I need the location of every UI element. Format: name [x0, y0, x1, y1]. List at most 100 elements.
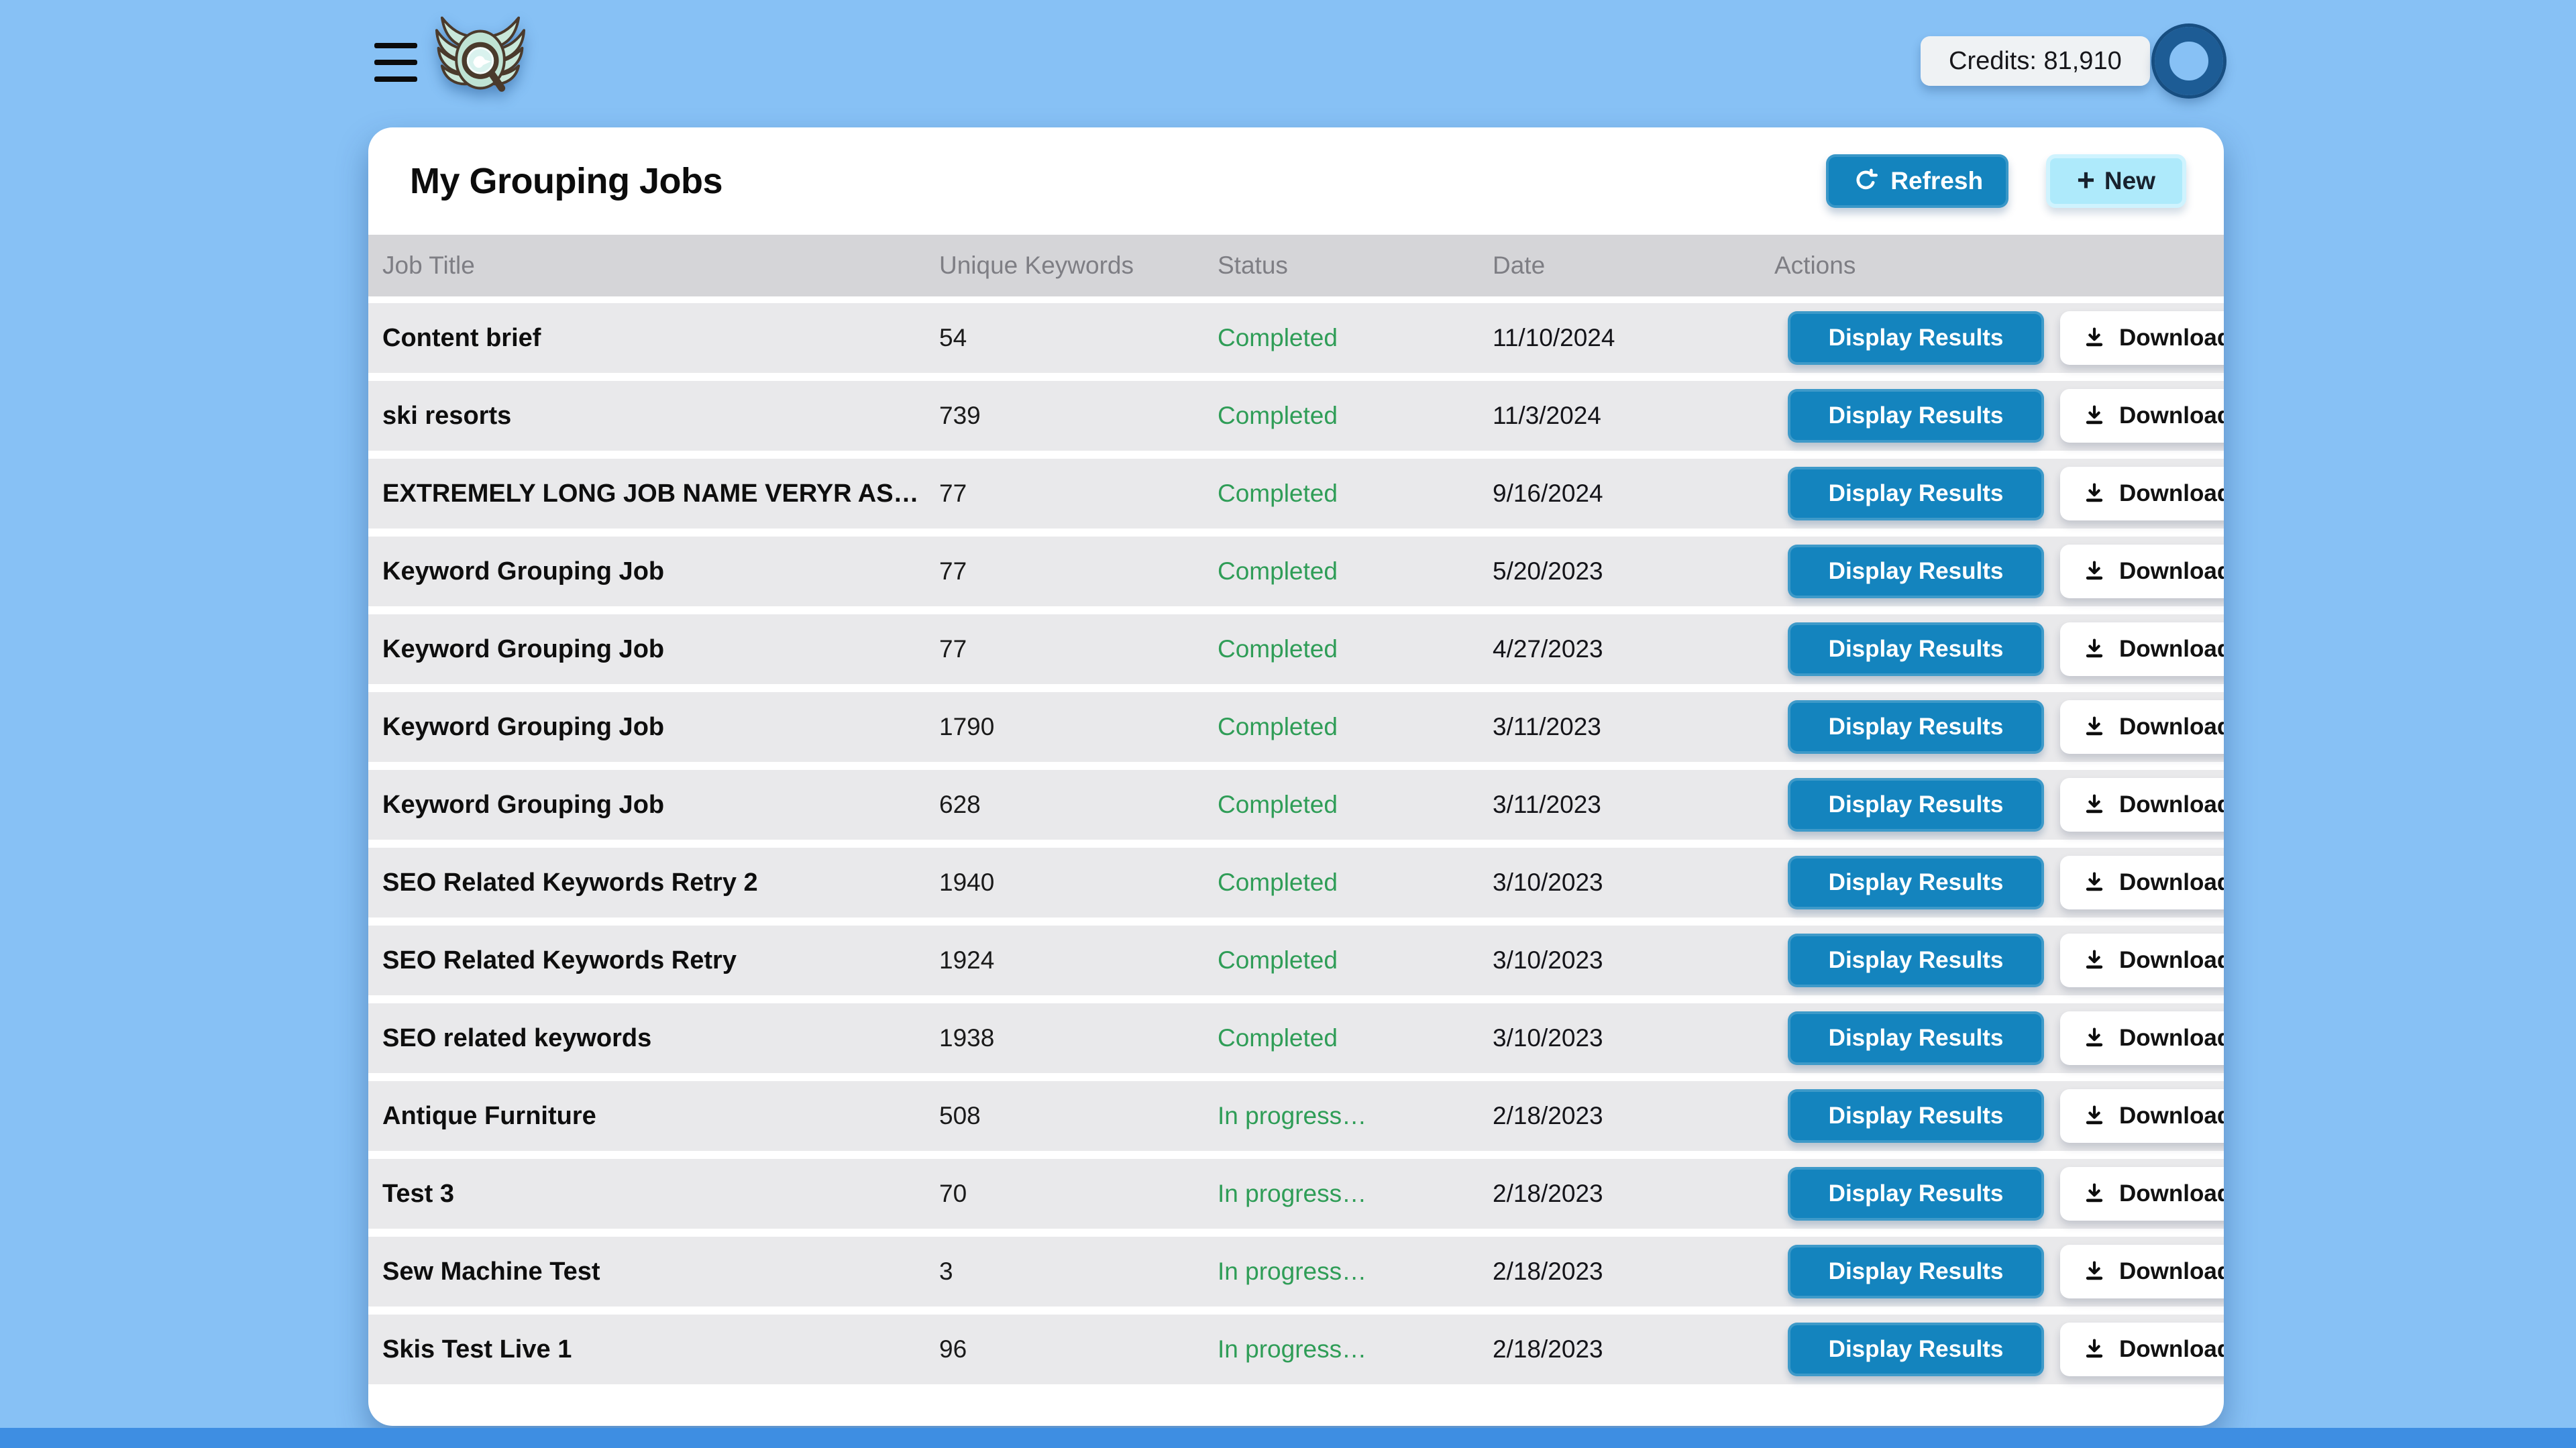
avatar[interactable] [2155, 27, 2223, 95]
display-results-button[interactable]: Display Results [1788, 1323, 2044, 1376]
display-results-button[interactable]: Display Results [1788, 311, 2044, 365]
job-title-cell: Keyword Grouping Job [382, 635, 939, 664]
date-cell: 11/10/2024 [1493, 324, 1774, 352]
new-button[interactable]: + New [2046, 154, 2186, 208]
download-button[interactable]: Download [2060, 700, 2224, 754]
credits-label: Credits: 81,910 [1949, 47, 2122, 76]
table-row: Content brief 54 Completed 11/10/2024 Di… [368, 303, 2224, 373]
table-row: Skis Test Live 1 96 In progress… 2/18/20… [368, 1315, 2224, 1384]
actions-cell: Display Results Download [1774, 1011, 2224, 1065]
refresh-button[interactable]: Refresh [1826, 154, 2008, 208]
download-label: Download [2119, 714, 2224, 740]
job-title-cell: Test 3 [382, 1180, 939, 1209]
display-results-button[interactable]: Display Results [1788, 778, 2044, 832]
download-button[interactable]: Download [2060, 1245, 2224, 1298]
status-cell: Completed [1218, 1024, 1493, 1052]
download-button[interactable]: Download [2060, 1089, 2224, 1143]
download-label: Download [2119, 558, 2224, 585]
card-header: My Grouping Jobs Refresh + New [368, 127, 2224, 235]
job-title-cell: Content brief [382, 324, 939, 353]
unique-keywords-cell: 1790 [939, 713, 1218, 741]
refresh-button-label: Refresh [1890, 167, 1983, 195]
date-cell: 3/10/2023 [1493, 946, 1774, 974]
download-label: Download [2119, 791, 2224, 818]
download-label: Download [2119, 402, 2224, 429]
actions-cell: Display Results Download [1774, 311, 2224, 365]
table-row: SEO related keywords 1938 Completed 3/10… [368, 1003, 2224, 1073]
date-cell: 2/18/2023 [1493, 1102, 1774, 1130]
column-header-unique-keywords: Unique Keywords [939, 252, 1218, 280]
unique-keywords-cell: 1938 [939, 1024, 1218, 1052]
download-button[interactable]: Download [2060, 1167, 2224, 1221]
download-icon [2082, 714, 2107, 740]
download-button[interactable]: Download [2060, 1011, 2224, 1065]
hamburger-menu-icon[interactable] [374, 43, 417, 82]
unique-keywords-cell: 70 [939, 1180, 1218, 1208]
display-results-button[interactable]: Display Results [1788, 934, 2044, 987]
table-row: EXTREMELY LONG JOB NAME VERYR ASDLASDF… … [368, 459, 2224, 528]
download-icon [2082, 792, 2107, 818]
display-results-button[interactable]: Display Results [1788, 622, 2044, 676]
status-cell: Completed [1218, 635, 1493, 663]
download-button[interactable]: Download [2060, 934, 2224, 987]
credits-badge: Credits: 81,910 [1921, 36, 2150, 86]
download-label: Download [2119, 1180, 2224, 1207]
download-button[interactable]: Download [2060, 778, 2224, 832]
job-title-cell: Keyword Grouping Job [382, 791, 939, 820]
table-row: SEO Related Keywords Retry 2 1940 Comple… [368, 848, 2224, 917]
download-button[interactable]: Download [2060, 856, 2224, 909]
unique-keywords-cell: 96 [939, 1335, 1218, 1363]
display-results-button[interactable]: Display Results [1788, 389, 2044, 443]
display-results-label: Display Results [1829, 325, 2004, 351]
job-title-cell: Skis Test Live 1 [382, 1335, 939, 1364]
download-button[interactable]: Download [2060, 545, 2224, 598]
unique-keywords-cell: 77 [939, 480, 1218, 508]
status-cell: In progress… [1218, 1335, 1493, 1363]
display-results-button[interactable]: Display Results [1788, 467, 2044, 520]
display-results-button[interactable]: Display Results [1788, 1245, 2044, 1298]
job-title-cell: Keyword Grouping Job [382, 713, 939, 742]
display-results-button[interactable]: Display Results [1788, 1167, 2044, 1221]
winged-magnifier-logo-icon[interactable] [427, 11, 534, 115]
date-cell: 3/11/2023 [1493, 713, 1774, 741]
table-row: SEO Related Keywords Retry 1924 Complete… [368, 926, 2224, 995]
table-header-row: Job Title Unique Keywords Status Date Ac… [368, 235, 2224, 296]
status-cell: Completed [1218, 946, 1493, 974]
date-cell: 5/20/2023 [1493, 557, 1774, 586]
date-cell: 2/18/2023 [1493, 1258, 1774, 1286]
download-button[interactable]: Download [2060, 311, 2224, 365]
table-row: Sew Machine Test 3 In progress… 2/18/202… [368, 1237, 2224, 1306]
display-results-label: Display Results [1829, 1180, 2004, 1207]
download-icon [2082, 636, 2107, 662]
download-label: Download [2119, 480, 2224, 507]
display-results-button[interactable]: Display Results [1788, 856, 2044, 909]
page-title: My Grouping Jobs [410, 160, 722, 202]
status-cell: Completed [1218, 480, 1493, 508]
unique-keywords-cell: 77 [939, 635, 1218, 663]
download-icon [2082, 948, 2107, 973]
display-results-button[interactable]: Display Results [1788, 1089, 2044, 1143]
display-results-button[interactable]: Display Results [1788, 1011, 2044, 1065]
job-title-cell: ski resorts [382, 402, 939, 431]
display-results-label: Display Results [1829, 1336, 2004, 1363]
download-button[interactable]: Download [2060, 467, 2224, 520]
display-results-label: Display Results [1829, 402, 2004, 429]
download-button[interactable]: Download [2060, 389, 2224, 443]
column-header-date: Date [1493, 252, 1774, 280]
status-cell: Completed [1218, 713, 1493, 741]
display-results-button[interactable]: Display Results [1788, 545, 2044, 598]
display-results-label: Display Results [1829, 480, 2004, 507]
date-cell: 2/18/2023 [1493, 1180, 1774, 1208]
download-button[interactable]: Download [2060, 1323, 2224, 1376]
actions-cell: Display Results Download [1774, 1323, 2224, 1376]
display-results-label: Display Results [1829, 558, 2004, 585]
date-cell: 9/16/2024 [1493, 480, 1774, 508]
download-button[interactable]: Download [2060, 622, 2224, 676]
actions-cell: Display Results Download [1774, 389, 2224, 443]
job-title-cell: EXTREMELY LONG JOB NAME VERYR ASDLASDF… [382, 480, 939, 508]
display-results-button[interactable]: Display Results [1788, 700, 2044, 754]
unique-keywords-cell: 508 [939, 1102, 1218, 1130]
actions-cell: Display Results Download [1774, 934, 2224, 987]
header-buttons: Refresh + New [1826, 154, 2186, 208]
table-row: Keyword Grouping Job 77 Completed 5/20/2… [368, 537, 2224, 606]
